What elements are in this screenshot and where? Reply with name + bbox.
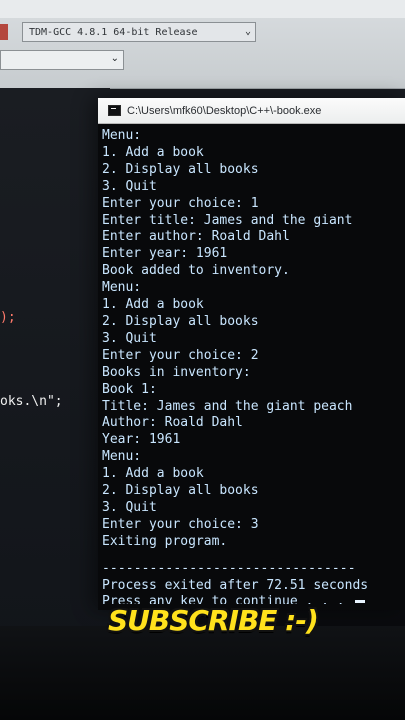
console-line: Enter your choice: 3 (102, 516, 259, 532)
console-line: Menu: (102, 449, 142, 465)
console-title: C:\Users\mfk60\Desktop\C++\-book.exe (127, 104, 322, 117)
ide-toolbar: TDM-GCC 4.8.1 64-bit Release ⌄ ⌄ (0, 0, 405, 89)
console-line: Enter title: James and the giant (102, 212, 353, 228)
chevron-down-icon: ⌄ (244, 26, 251, 37)
console-line: 2. Display all books (102, 161, 259, 177)
toolbar-icon[interactable] (0, 24, 8, 40)
continue-prompt-text: Press any key to continue . . . (102, 594, 345, 604)
console-line: 3. Quit (102, 499, 157, 515)
console-line: Books in inventory: (102, 364, 251, 380)
console-line: 3. Quit (102, 330, 157, 346)
console-line: 1. Add a book (102, 144, 204, 160)
console-line: Enter your choice: 1 (102, 195, 259, 211)
console-icon (108, 105, 121, 116)
console-line: Year: 1961 (102, 432, 181, 448)
continue-prompt: Press any key to continue . . . (102, 594, 402, 604)
editor-line-paren: ); (0, 310, 16, 325)
console-line: 1. Add a book (102, 297, 204, 313)
console-gap (102, 551, 402, 559)
compiler-select[interactable]: TDM-GCC 4.8.1 64-bit Release ⌄ (22, 22, 256, 42)
compiler-label: TDM-GCC 4.8.1 64-bit Release (29, 26, 198, 38)
console-line: Exiting program. (102, 533, 228, 549)
subscribe-overlay: SUBSCRIBE :-) (108, 604, 319, 637)
console-line: 2. Display all books (102, 313, 259, 329)
console-line: 1. Add a book (102, 466, 204, 482)
code-editor[interactable]: ); oks.\n"; (0, 88, 110, 648)
console-line: Enter your choice: 2 (102, 347, 259, 363)
console-line: Author: Roald Dahl (102, 415, 243, 431)
editor-line-string: oks.\n"; (0, 394, 63, 409)
console-window[interactable]: C:\Users\mfk60\Desktop\C++\-book.exe Men… (98, 98, 405, 610)
console-line: Menu: (102, 128, 142, 143)
console-line: Title: James and the giant peach (102, 398, 353, 414)
screenshot-frame: TDM-GCC 4.8.1 64-bit Release ⌄ ⌄ ); oks.… (0, 0, 405, 720)
toolbar-strip (0, 0, 405, 18)
console-separator: -------------------------------- (102, 560, 356, 576)
console-line: Book 1: (102, 381, 157, 397)
process-exit-text: Process exited after 72.51 seconds (102, 577, 369, 593)
console-line: Enter year: 1961 (102, 246, 228, 262)
console-line: Menu: (102, 280, 142, 296)
lower-dark-panel (0, 626, 405, 720)
console-line: 2. Display all books (102, 483, 259, 499)
cursor-icon (355, 600, 366, 604)
secondary-select[interactable]: ⌄ (0, 50, 124, 70)
console-line: Enter author: Roald Dahl (102, 229, 290, 245)
console-titlebar[interactable]: C:\Users\mfk60\Desktop\C++\-book.exe (98, 98, 405, 124)
console-output: Menu: 1. Add a book 2. Display all books… (102, 128, 402, 604)
console-line: 3. Quit (102, 178, 157, 194)
console-line: Book added to inventory. (102, 263, 290, 279)
chevron-down-icon: ⌄ (110, 53, 119, 64)
